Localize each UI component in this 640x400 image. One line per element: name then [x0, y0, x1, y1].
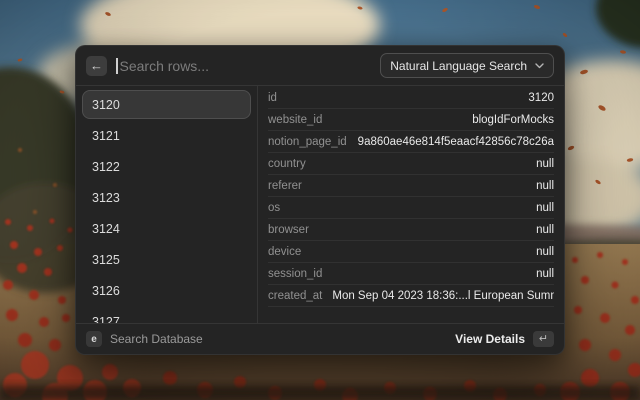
back-button[interactable]: ← — [86, 56, 107, 76]
chevron-down-icon — [535, 63, 544, 69]
list-item[interactable]: 3124 — [82, 214, 251, 243]
app-logo-icon: e — [86, 331, 102, 347]
modal-footer: e Search Database View Details ↵ — [76, 323, 564, 354]
field-value: null — [526, 180, 554, 192]
field-key: website_id — [268, 114, 322, 126]
field-key: device — [268, 246, 301, 258]
field-value: null — [526, 224, 554, 236]
field-value: 3120 — [518, 92, 554, 104]
row-id-list: 3120 3121 3122 3123 3124 3125 3126 3127 — [76, 86, 258, 323]
detail-row: os null — [268, 197, 554, 219]
detail-row: created_at Mon Sep 04 2023 18:36:...l Eu… — [268, 285, 554, 307]
detail-row: id 3120 — [268, 87, 554, 109]
list-item[interactable]: 3122 — [82, 152, 251, 181]
field-key: browser — [268, 224, 309, 236]
field-key: session_id — [268, 268, 322, 280]
field-key: referer — [268, 180, 302, 192]
detail-row: notion_page_id 9a860ae46e814f5eaacf42856… — [268, 131, 554, 153]
field-value: null — [526, 246, 554, 258]
field-value: null — [526, 158, 554, 170]
field-value: null — [526, 268, 554, 280]
list-item[interactable]: 3121 — [82, 121, 251, 150]
detail-row: referer null — [268, 175, 554, 197]
field-key: os — [268, 202, 280, 214]
field-value: blogIdForMocks — [462, 114, 554, 126]
field-key: created_at — [268, 290, 322, 302]
back-arrow-icon: ← — [90, 59, 103, 72]
search-input[interactable] — [120, 58, 372, 74]
modal-header: ← Natural Language Search — [76, 46, 564, 86]
modal-body: 3120 3121 3122 3123 3124 3125 3126 3127 … — [76, 86, 564, 323]
enter-key-icon: ↵ — [533, 331, 554, 347]
list-item[interactable]: 3126 — [82, 276, 251, 305]
row-details-panel: id 3120 website_id blogIdForMocks notion… — [258, 86, 564, 323]
detail-row: device null — [268, 241, 554, 263]
search-mode-label: Natural Language Search — [390, 59, 527, 73]
detail-row: browser null — [268, 219, 554, 241]
list-item[interactable]: 3127 — [82, 307, 251, 323]
field-key: notion_page_id — [268, 136, 347, 148]
field-value: null — [526, 202, 554, 214]
field-key: country — [268, 158, 306, 170]
field-key: id — [268, 92, 277, 104]
text-cursor — [116, 58, 118, 74]
footer-app-label: Search Database — [110, 332, 203, 346]
detail-row: session_id null — [268, 263, 554, 285]
field-value: Mon Sep 04 2023 18:36:...l European Summ… — [322, 290, 554, 302]
list-item[interactable]: 3125 — [82, 245, 251, 274]
view-details-action[interactable]: View Details ↵ — [455, 331, 554, 347]
list-item[interactable]: 3120 — [82, 90, 251, 119]
field-value: 9a860ae46e814f5eaacf42856c78c26a — [348, 136, 554, 148]
search-modal: ← Natural Language Search 3120 3121 3122… — [75, 45, 565, 355]
detail-row: website_id blogIdForMocks — [268, 109, 554, 131]
list-item[interactable]: 3123 — [82, 183, 251, 212]
search-mode-dropdown[interactable]: Natural Language Search — [380, 53, 554, 78]
view-details-label: View Details — [455, 332, 525, 346]
detail-row: country null — [268, 153, 554, 175]
